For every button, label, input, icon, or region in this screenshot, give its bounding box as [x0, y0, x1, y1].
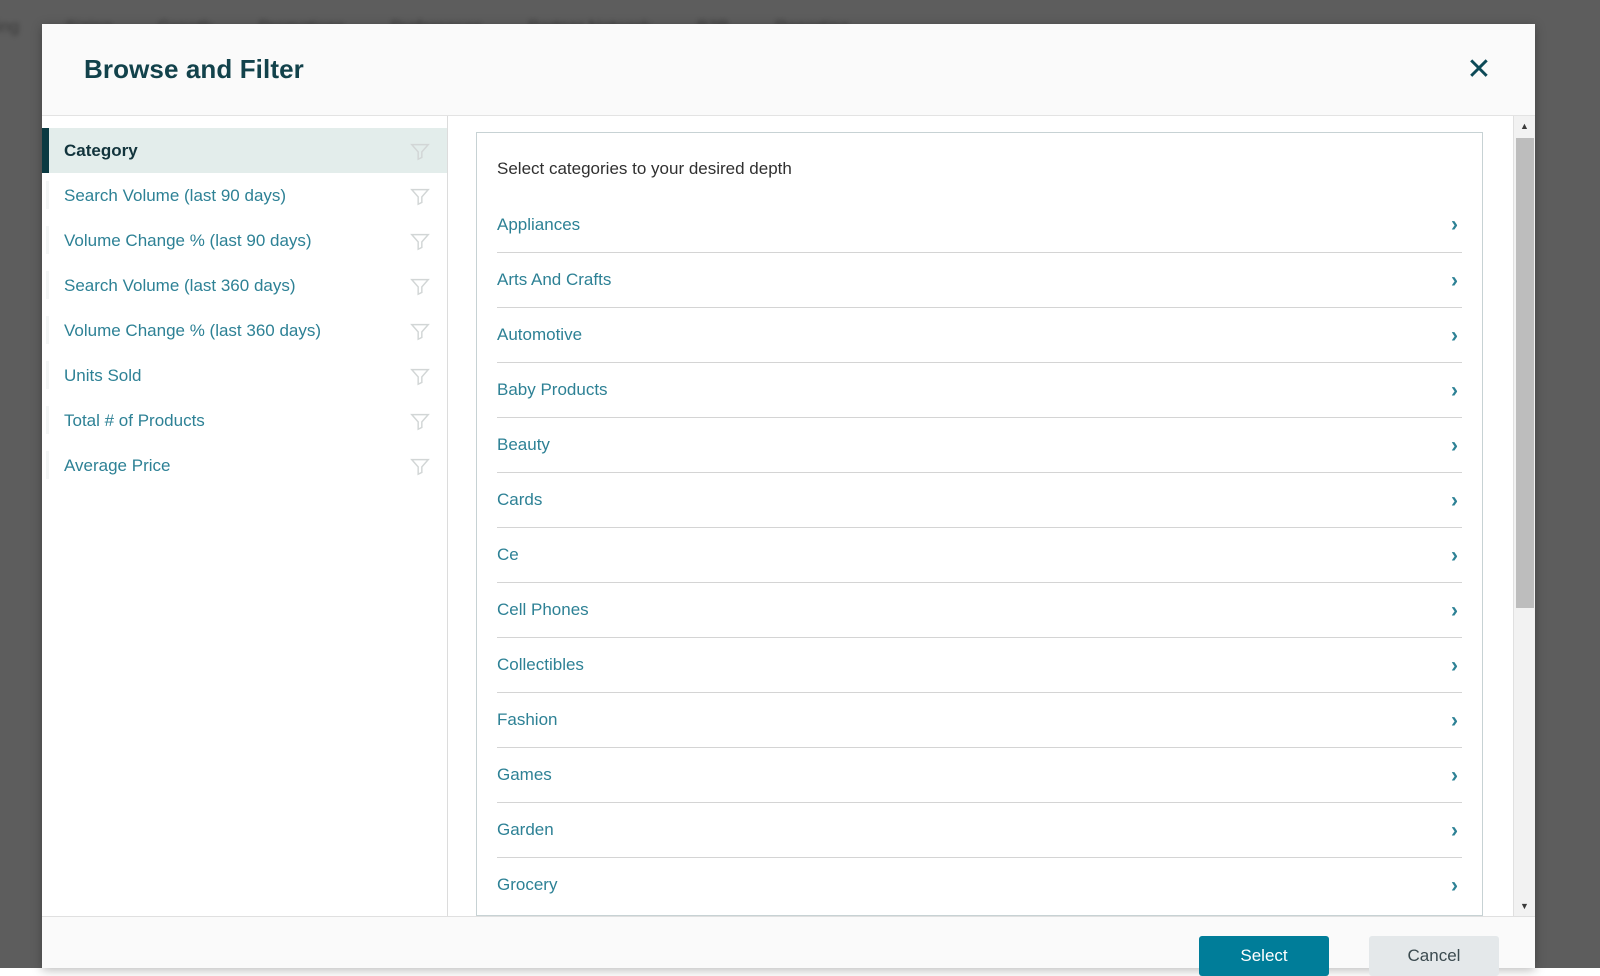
sidebar-item-search-volume-last-360-days[interactable]: Search Volume (last 360 days) [42, 263, 447, 308]
funnel-icon[interactable] [409, 365, 431, 387]
dialog-footer: Select Cancel [42, 916, 1535, 968]
facet-sidebar: Category Search Volume (last 90 days) Volu… [42, 116, 448, 916]
selection-indicator [46, 316, 49, 344]
category-name: Games [497, 765, 1451, 785]
sidebar-item-volume-change-last-360-days[interactable]: Volume Change % (last 360 days) [42, 308, 447, 353]
category-panel: Select categories to your desired depth … [476, 132, 1483, 916]
category-panel-wrapper: Select categories to your desired depth … [448, 116, 1513, 916]
category-name: Arts And Crafts [497, 270, 1451, 290]
select-button[interactable]: Select [1199, 936, 1329, 976]
category-name: Garden [497, 820, 1451, 840]
category-name: Appliances [497, 215, 1451, 235]
category-panel-hint: Select categories to your desired depth [497, 133, 1462, 197]
sidebar-item-total-of-products[interactable]: Total # of Products [42, 398, 447, 443]
funnel-icon[interactable] [409, 140, 431, 162]
cancel-button[interactable]: Cancel [1369, 936, 1499, 976]
chevron-right-icon[interactable]: › [1451, 875, 1462, 896]
selection-indicator [46, 451, 49, 479]
category-name: Cards [497, 490, 1451, 510]
category-name: Beauty [497, 435, 1451, 455]
category-name: Fashion [497, 710, 1451, 730]
close-icon[interactable]: ✕ [1459, 50, 1499, 90]
category-row[interactable]: Games› [497, 747, 1462, 802]
selection-indicator [46, 406, 49, 434]
chevron-right-icon[interactable]: › [1451, 270, 1462, 291]
scroll-down-arrow-icon[interactable]: ▼ [1514, 896, 1535, 916]
chevron-right-icon[interactable]: › [1451, 214, 1462, 235]
category-row[interactable]: Beauty› [497, 417, 1462, 472]
category-name: Baby Products [497, 380, 1451, 400]
chevron-right-icon[interactable]: › [1451, 600, 1462, 621]
category-name: Collectibles [497, 655, 1451, 675]
dialog-header: Browse and Filter ✕ [42, 24, 1535, 116]
chevron-right-icon[interactable]: › [1451, 545, 1462, 566]
funnel-icon[interactable] [409, 185, 431, 207]
funnel-icon[interactable] [409, 320, 431, 342]
selection-indicator [42, 128, 49, 173]
chevron-right-icon[interactable]: › [1451, 325, 1462, 346]
category-row[interactable]: Baby Products› [497, 362, 1462, 417]
category-list: Appliances›Arts And Crafts›Automotive›Ba… [497, 197, 1462, 912]
browse-and-filter-dialog: Browse and Filter ✕ Category Search Volum… [42, 24, 1535, 968]
sidebar-item-average-price[interactable]: Average Price [42, 443, 447, 488]
sidebar-item-units-sold[interactable]: Units Sold [42, 353, 447, 398]
dialog-body: Category Search Volume (last 90 days) Volu… [42, 116, 1535, 916]
chevron-right-icon[interactable]: › [1451, 435, 1462, 456]
dialog-title: Browse and Filter [84, 54, 304, 85]
scrollbar-thumb[interactable] [1516, 138, 1534, 608]
nav-item: rtising [0, 17, 19, 37]
funnel-icon[interactable] [409, 410, 431, 432]
sidebar-item-label: Total # of Products [64, 411, 409, 431]
chevron-right-icon[interactable]: › [1451, 820, 1462, 841]
category-row[interactable]: Cell Phones› [497, 582, 1462, 637]
category-row[interactable]: Fashion› [497, 692, 1462, 747]
sidebar-item-category[interactable]: Category [42, 128, 447, 173]
category-name: Cell Phones [497, 600, 1451, 620]
sidebar-item-label: Units Sold [64, 366, 409, 386]
category-name: Ce [497, 545, 1451, 565]
category-row[interactable]: Collectibles› [497, 637, 1462, 692]
category-row[interactable]: Garden› [497, 802, 1462, 857]
sidebar-item-label: Volume Change % (last 360 days) [64, 321, 409, 341]
selection-indicator [46, 181, 49, 209]
funnel-icon[interactable] [409, 275, 431, 297]
category-row[interactable]: Grocery› [497, 857, 1462, 912]
selection-indicator [46, 271, 49, 299]
category-row[interactable]: Arts And Crafts› [497, 252, 1462, 307]
category-name: Grocery [497, 875, 1451, 895]
funnel-icon[interactable] [409, 230, 431, 252]
chevron-right-icon[interactable]: › [1451, 490, 1462, 511]
sidebar-item-volume-change-last-90-days[interactable]: Volume Change % (last 90 days) [42, 218, 447, 263]
category-row[interactable]: Ce› [497, 527, 1462, 582]
scroll-up-arrow-icon[interactable]: ▲ [1514, 116, 1535, 136]
category-row[interactable]: Automotive› [497, 307, 1462, 362]
chevron-right-icon[interactable]: › [1451, 710, 1462, 731]
chevron-right-icon[interactable]: › [1451, 765, 1462, 786]
funnel-icon[interactable] [409, 455, 431, 477]
category-row[interactable]: Appliances› [497, 197, 1462, 252]
sidebar-item-label: Volume Change % (last 90 days) [64, 231, 409, 251]
selection-indicator [46, 226, 49, 254]
chevron-right-icon[interactable]: › [1451, 380, 1462, 401]
sidebar-item-search-volume-last-90-days[interactable]: Search Volume (last 90 days) [42, 173, 447, 218]
selection-indicator [46, 361, 49, 389]
dialog-body-scrollbar[interactable]: ▲ ▼ [1513, 116, 1535, 916]
sidebar-item-label: Search Volume (last 90 days) [64, 186, 409, 206]
category-name: Automotive [497, 325, 1451, 345]
sidebar-item-label: Search Volume (last 360 days) [64, 276, 409, 296]
chevron-right-icon[interactable]: › [1451, 655, 1462, 676]
category-row[interactable]: Cards› [497, 472, 1462, 527]
sidebar-item-label: Category [64, 141, 409, 161]
sidebar-item-label: Average Price [64, 456, 409, 476]
